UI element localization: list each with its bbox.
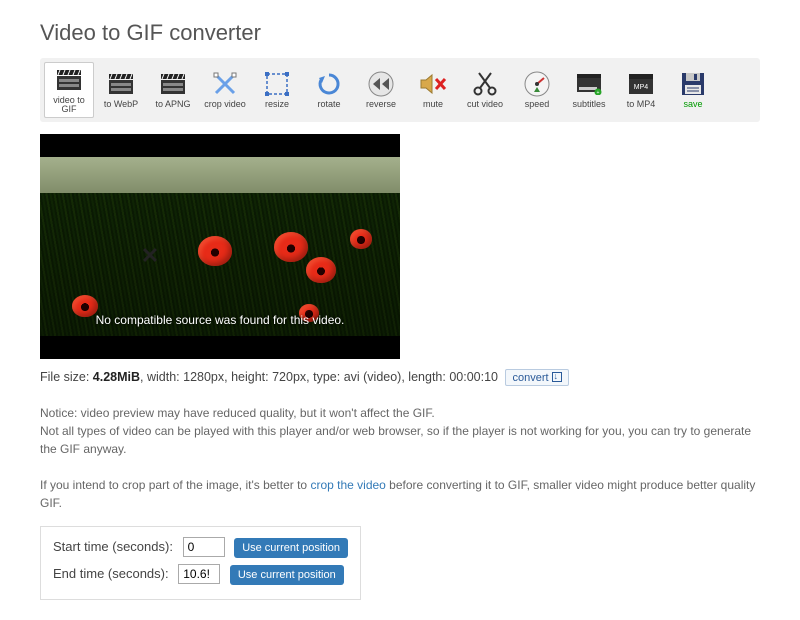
rotate-icon — [315, 70, 343, 98]
file-width: 1280px — [183, 370, 224, 384]
tool-to-apng-label: to APNG — [155, 100, 190, 109]
mp4-icon: MP4 — [627, 70, 655, 98]
toolbar: video to GIF to WebP to APNG crop video resi… — [40, 58, 760, 122]
tool-video-to-gif[interactable]: video to GIF — [44, 62, 94, 118]
tool-speed-label: speed — [525, 100, 550, 109]
tool-subtitles-label: subtitles — [572, 100, 605, 109]
resize-icon — [263, 70, 291, 98]
gauge-icon — [523, 70, 551, 98]
tool-cut-video-label: cut video — [467, 100, 503, 109]
tool-mute[interactable]: mute — [408, 62, 458, 118]
convert-button[interactable]: convert — [505, 369, 568, 386]
time-range-box: Start time (seconds): Use current positi… — [40, 526, 361, 600]
tool-mute-label: mute — [423, 100, 443, 109]
file-size-label: File size: — [40, 370, 93, 384]
notice-block: Notice: video preview may have reduced q… — [40, 404, 760, 512]
scissors-icon — [471, 70, 499, 98]
use-current-position-end[interactable]: Use current position — [230, 565, 344, 585]
svg-text:MP4: MP4 — [634, 84, 649, 91]
tool-rotate[interactable]: rotate — [304, 62, 354, 118]
tool-speed[interactable]: speed — [512, 62, 562, 118]
error-x-icon: ✕ — [141, 243, 159, 269]
tool-crop-video-label: crop video — [204, 100, 246, 109]
tool-save[interactable]: save — [668, 62, 718, 118]
start-time-input[interactable] — [183, 537, 225, 557]
crop-icon — [211, 70, 239, 98]
use-current-position-start[interactable]: Use current position — [234, 538, 348, 558]
tool-to-apng[interactable]: to APNG — [148, 62, 198, 118]
mute-icon — [419, 70, 447, 98]
tool-subtitles[interactable]: + subtitles — [564, 62, 614, 118]
end-time-label: End time (seconds): — [53, 566, 169, 581]
video-player[interactable]: ✕ No compatible source was found for thi… — [40, 134, 400, 359]
clapper-icon — [159, 70, 187, 98]
file-info-line: File size: 4.28MiB, width: 1280px, heigh… — [40, 369, 760, 386]
tool-to-mp4-label: to MP4 — [627, 100, 656, 109]
start-time-label: Start time (seconds): — [53, 539, 173, 554]
tool-to-mp4[interactable]: MP4 to MP4 — [616, 62, 666, 118]
video-error-message: No compatible source was found for this … — [40, 313, 400, 327]
tool-resize[interactable]: resize — [252, 62, 302, 118]
clapper-icon — [107, 70, 135, 98]
file-length: 00:00:10 — [449, 370, 498, 384]
crop-the-video-link[interactable]: crop the video — [310, 478, 385, 492]
reverse-icon — [367, 70, 395, 98]
svg-text:+: + — [597, 90, 600, 95]
end-time-input[interactable] — [178, 564, 220, 584]
tool-resize-label: resize — [265, 100, 289, 109]
notice-line-2: Not all types of video can be played wit… — [40, 422, 760, 458]
tool-video-to-gif-label: video to GIF — [47, 96, 91, 115]
video-frame: ✕ — [40, 157, 400, 336]
tool-reverse-label: reverse — [366, 100, 396, 109]
tool-rotate-label: rotate — [317, 100, 340, 109]
tool-reverse[interactable]: reverse — [356, 62, 406, 118]
tool-crop-video[interactable]: crop video — [200, 62, 250, 118]
tool-save-label: save — [683, 100, 702, 109]
file-type: avi (video) — [344, 370, 402, 384]
notice-line-3: If you intend to crop part of the image,… — [40, 476, 760, 512]
subtitles-icon: + — [575, 70, 603, 98]
tool-to-webp-label: to WebP — [104, 100, 138, 109]
file-height: 720px — [272, 370, 306, 384]
page-title: Video to GIF converter — [40, 20, 760, 46]
clapper-icon — [55, 66, 83, 94]
floppy-icon — [679, 70, 707, 98]
notice-line-1: Notice: video preview may have reduced q… — [40, 404, 760, 422]
tool-to-webp[interactable]: to WebP — [96, 62, 146, 118]
download-arrow-icon — [552, 372, 562, 382]
file-size-value: 4.28MiB — [93, 370, 140, 384]
tool-cut-video[interactable]: cut video — [460, 62, 510, 118]
